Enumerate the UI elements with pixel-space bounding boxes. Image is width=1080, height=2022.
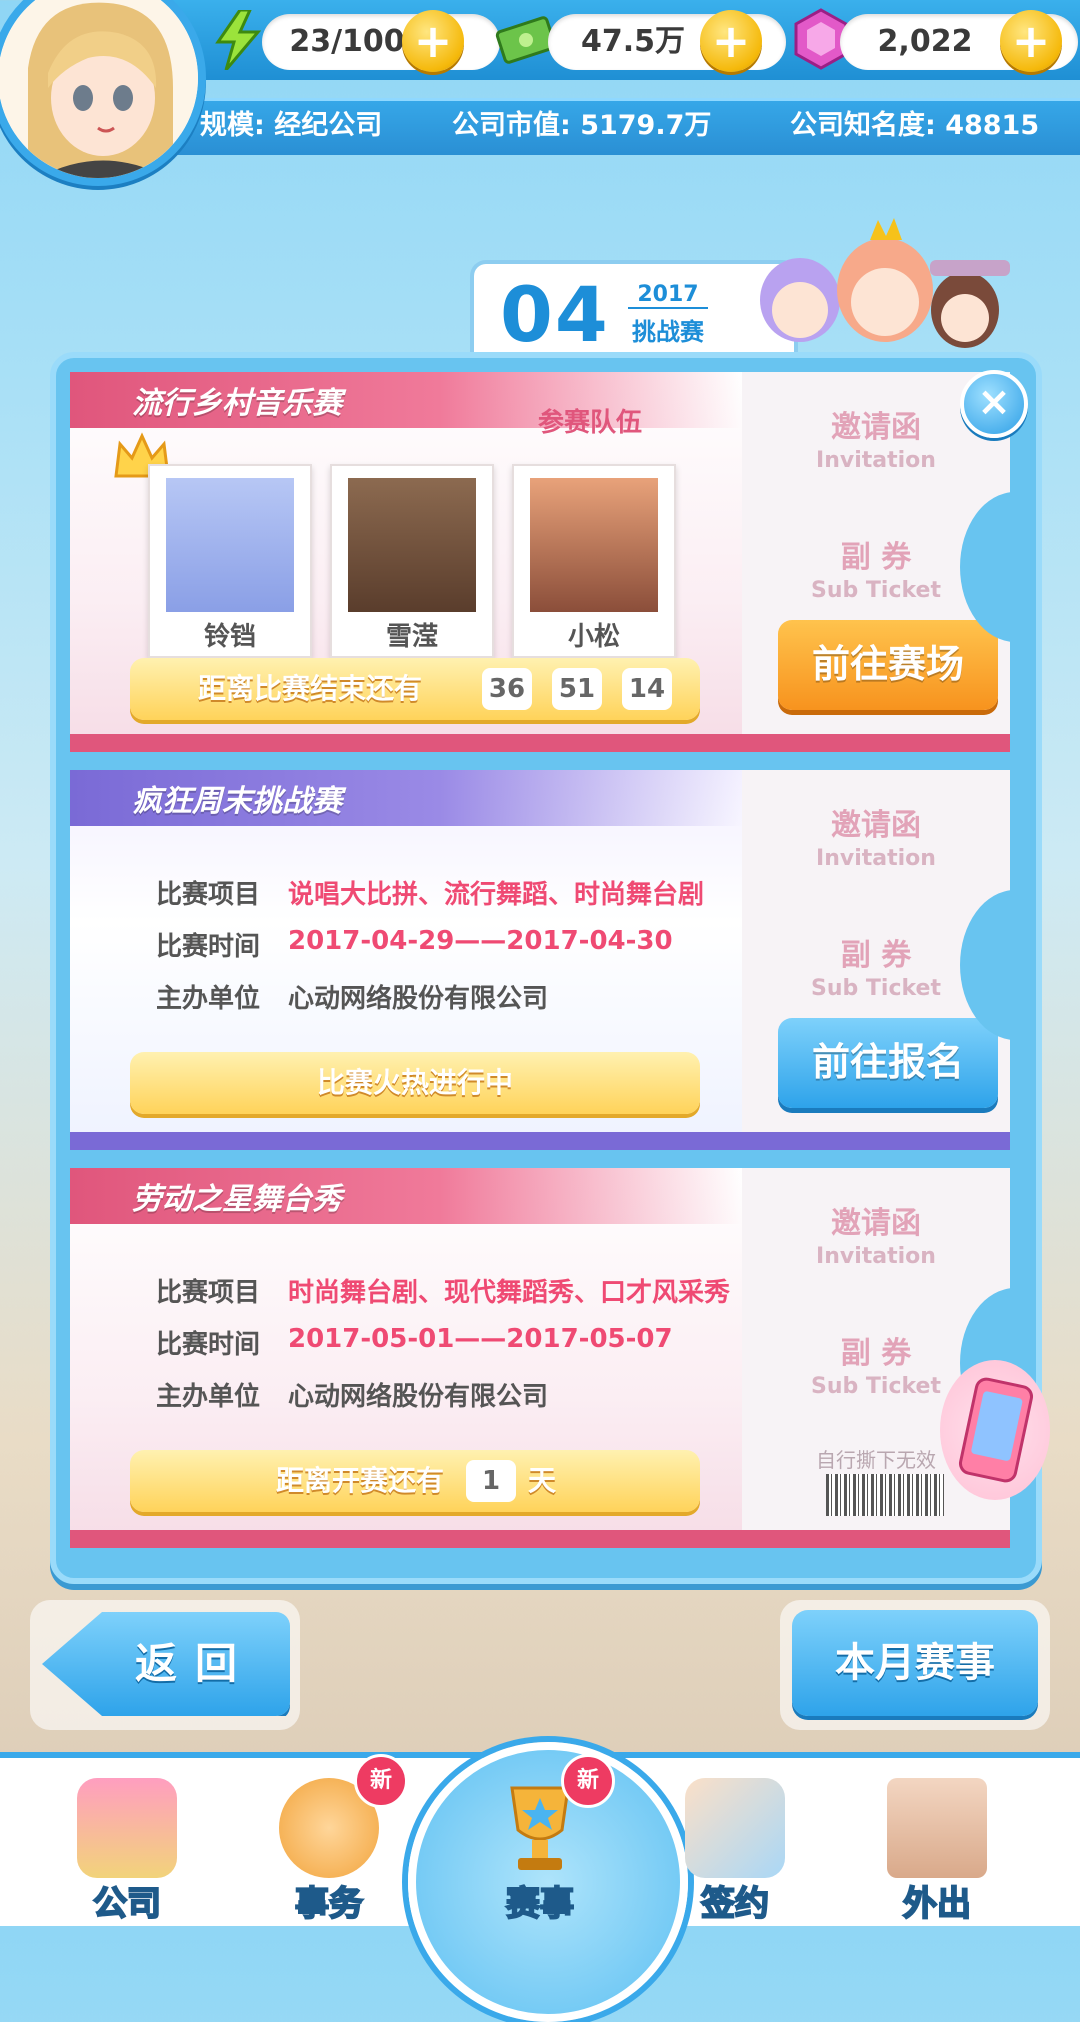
nav-item-company[interactable]: 公司 xyxy=(52,1768,202,1925)
detail-label-organizer: 主办单位 xyxy=(156,1382,261,1412)
ticket-bottom-strip xyxy=(70,734,1010,752)
invitation-label: 邀请函 xyxy=(831,808,921,843)
contest-events: 说唱大比拼、流行舞蹈、时尚舞台剧 xyxy=(288,880,705,910)
member-card[interactable]: 铃铛 xyxy=(148,464,312,658)
nav-label: 事务 xyxy=(294,1883,364,1925)
countdown-hours: 36 xyxy=(482,668,532,710)
countdown-bar: 距离比赛结束还有 36 51 14 xyxy=(130,658,700,720)
contest-time: 2017-05-01——2017-05-07 xyxy=(288,1324,673,1354)
detail-label-events: 比赛项目 xyxy=(156,880,261,910)
stamina-icon xyxy=(210,8,266,71)
nav-label: 签约 xyxy=(700,1883,770,1925)
contest-ticket-1: 流行乡村音乐赛 参赛队伍 铃铛 雪滢 小松 距离比赛结束还有 36 51 14 … xyxy=(70,372,1010,752)
add-stamina-button[interactable]: + xyxy=(402,10,464,72)
detail-label-time: 比赛时间 xyxy=(156,1330,261,1360)
go-to-arena-button[interactable]: 前往赛场 xyxy=(778,620,998,710)
nav-label: 公司 xyxy=(92,1883,162,1925)
building-icon xyxy=(77,1778,177,1878)
invitation-label-en: Invitation xyxy=(816,846,936,871)
barcode-icon xyxy=(826,1474,944,1516)
status-text: 比赛火热进行中 xyxy=(316,1066,513,1099)
month-year: 2017 xyxy=(628,282,708,309)
contract-hand-icon xyxy=(685,1778,785,1878)
nav-item-affairs[interactable]: 事务 新 xyxy=(254,1754,408,1925)
contest-title: 疯狂周末挑战赛 xyxy=(132,784,342,819)
add-gems-button[interactable]: + xyxy=(1000,10,1062,72)
nav-label: 外出 xyxy=(902,1883,972,1925)
nav-label: 赛事 xyxy=(505,1883,575,1925)
add-money-button[interactable]: + xyxy=(700,10,762,72)
nav-item-contests[interactable]: 赛事 新 xyxy=(465,1754,615,1925)
status-bar: 比赛火热进行中 xyxy=(130,1052,700,1114)
countdown-minutes: 51 xyxy=(552,668,602,710)
countdown-seconds: 14 xyxy=(622,668,672,710)
member-name: 小松 xyxy=(567,622,620,652)
nav-item-outing[interactable]: 外出 xyxy=(862,1768,1012,1925)
member-name: 雪滢 xyxy=(385,622,438,652)
member-portrait-icon xyxy=(348,478,476,612)
month-label: 挑战赛 xyxy=(632,318,704,346)
close-button[interactable]: × xyxy=(960,370,1028,438)
countdown-days: 1 xyxy=(466,1460,516,1502)
contest-ticket-2: 疯狂周末挑战赛 比赛项目 说唱大比拼、流行舞蹈、时尚舞台剧 比赛时间 2017-… xyxy=(70,770,1010,1150)
team-label: 参赛队伍 xyxy=(538,408,643,438)
go-register-button[interactable]: 前往报名 xyxy=(778,1018,998,1108)
countdown-bar: 距离开赛还有 1 天 xyxy=(130,1450,700,1512)
contest-events: 时尚舞台剧、现代舞蹈秀、口才风采秀 xyxy=(288,1278,731,1308)
countdown-unit: 天 xyxy=(528,1464,557,1497)
new-badge: 新 xyxy=(561,1754,615,1808)
plus-icon: + xyxy=(711,14,751,68)
contest-title: 流行乡村音乐赛 xyxy=(132,386,342,421)
contest-time: 2017-04-29——2017-04-30 xyxy=(288,926,673,956)
phone-icon[interactable] xyxy=(940,1360,1050,1500)
company-fame: 公司知名度: 48815 xyxy=(790,110,1040,141)
contest-ticket-3: 劳动之星舞台秀 比赛项目 时尚舞台剧、现代舞蹈秀、口才风采秀 比赛时间 2017… xyxy=(70,1168,1010,1548)
player-avatar[interactable] xyxy=(0,0,206,186)
invitation-label-en: Invitation xyxy=(816,448,936,473)
back-button-label[interactable]: 返回 xyxy=(120,1612,270,1716)
plus-icon: + xyxy=(1011,14,1051,68)
top-bar: 23/100 + 47.5万 + 2,022 + 规模: 经纪公司 公司市值: … xyxy=(0,0,1080,186)
member-name: 铃铛 xyxy=(203,622,256,652)
member-portrait-icon xyxy=(530,478,658,612)
ticket-bottom-strip xyxy=(70,1530,1010,1548)
member-card[interactable]: 小松 xyxy=(512,464,676,658)
month-events-button[interactable]: 本月赛事 xyxy=(792,1610,1038,1716)
detail-label-time: 比赛时间 xyxy=(156,932,261,962)
countdown-label: 距离开赛还有 xyxy=(276,1464,445,1497)
new-badge: 新 xyxy=(354,1754,408,1808)
plus-icon: + xyxy=(413,14,453,68)
nav-item-sign[interactable]: 签约 xyxy=(660,1768,810,1925)
invitation-label-en: Invitation xyxy=(816,1244,936,1269)
company-scale: 规模: 经纪公司 xyxy=(200,110,383,141)
member-portrait-icon xyxy=(166,478,294,612)
invitation-label: 邀请函 xyxy=(831,1206,921,1241)
member-card[interactable]: 雪滢 xyxy=(330,464,494,658)
ticket-stub: 邀请函 Invitation 副 券 Sub Ticket 前往报名 xyxy=(742,770,1010,1150)
money-value: 47.5万 xyxy=(580,24,686,59)
detail-label-organizer: 主办单位 xyxy=(156,984,261,1014)
detail-label-events: 比赛项目 xyxy=(156,1278,261,1308)
door-icon xyxy=(887,1778,987,1878)
month-number: 04 xyxy=(500,270,610,359)
ticket-stub: 邀请函 Invitation 副 券 Sub Ticket 前往赛场 xyxy=(742,372,1010,752)
avatar-portrait-icon xyxy=(0,0,198,178)
contest-title: 劳动之星舞台秀 xyxy=(132,1182,342,1217)
ticket-bottom-strip xyxy=(70,1132,1010,1150)
company-market-value: 公司市值: 5179.7万 xyxy=(452,110,712,141)
contest-organizer: 心动网络股份有限公司 xyxy=(288,984,549,1014)
mascot-characters-icon xyxy=(720,200,1020,360)
contest-organizer: 心动网络股份有限公司 xyxy=(288,1382,549,1412)
countdown-label: 距离比赛结束还有 xyxy=(198,672,423,705)
gems-value: 2,022 xyxy=(877,24,973,59)
